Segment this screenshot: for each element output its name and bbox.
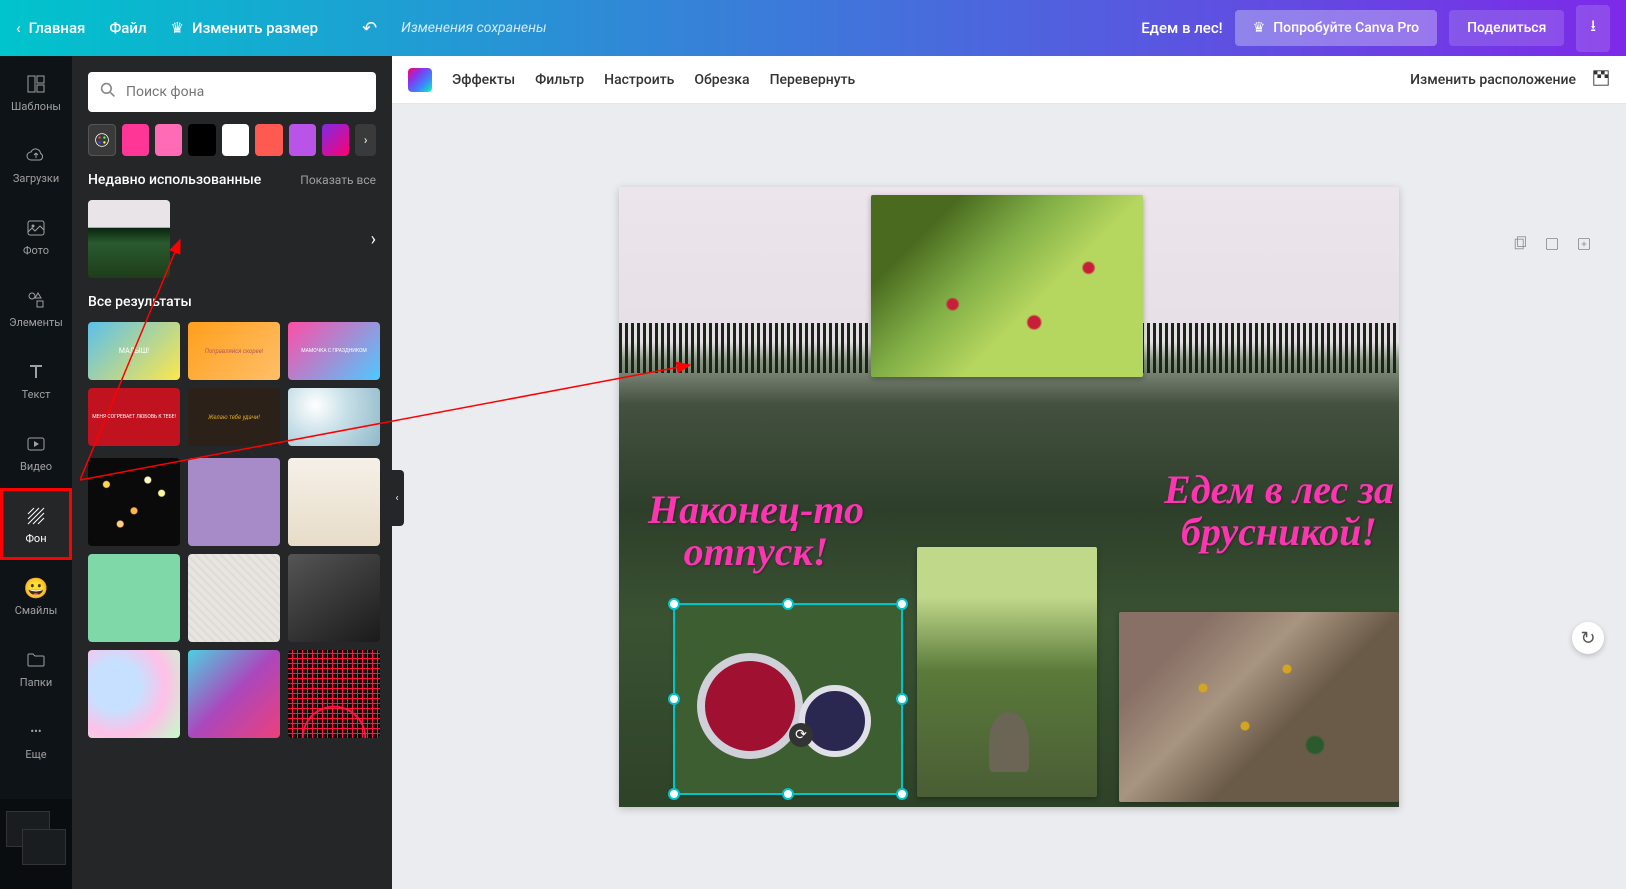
flip-button[interactable]: Перевернуть [770,72,856,88]
color-picker-button[interactable] [88,124,116,156]
background-thumb[interactable]: Желаю тебе удачи! [188,388,280,446]
color-swatch[interactable] [188,124,215,156]
transparency-icon[interactable] [1592,69,1610,91]
context-toolbar: Эффекты Фильтр Настроить Обрезка Перевер… [392,56,1626,104]
nav-uploads[interactable]: Загрузки [0,128,72,200]
refresh-button[interactable]: ↻ [1572,622,1604,654]
effects-button[interactable]: Эффекты [452,72,515,88]
nav-folders[interactable]: Папки [0,632,72,704]
templates-icon [24,72,48,96]
background-thumb[interactable]: Поправляйся скорее! [188,322,280,380]
image-icon [24,216,48,240]
nav-photo[interactable]: Фото [0,200,72,272]
download-icon: ⭳ [1590,16,1596,35]
copy-page-icon[interactable] [1542,234,1562,254]
background-thumb[interactable] [288,458,380,546]
canvas-photo-berries[interactable] [871,195,1143,377]
canvas-photo-forest[interactable] [917,547,1097,797]
filter-button[interactable]: Фильтр [535,72,584,88]
recent-background-thumb[interactable] [88,200,170,278]
nav-elements[interactable]: Элементы [0,272,72,344]
image-color-button[interactable] [408,68,432,92]
app-header: ‹ Главная Файл ♛ Изменить размер ↶ Измен… [0,0,1626,56]
save-status: Изменения сохранены [401,20,546,36]
duplicate-page-icon[interactable] [1510,234,1530,254]
try-pro-button[interactable]: ♛ Попробуйте Canva Pro [1235,10,1437,46]
nav-templates[interactable]: Шаблоны [0,56,72,128]
background-thumb[interactable] [188,458,280,546]
search-icon [100,82,116,102]
rotate-handle[interactable]: ⟳ [789,723,813,747]
crown-icon: ♛ [1253,20,1266,36]
background-thumb[interactable]: МЕНЯ СОГРЕВАЕТ ЛЮБОВЬ К ТЕБЕ! [88,388,180,446]
undo-icon[interactable]: ↶ [362,18,377,39]
color-swatch[interactable] [289,124,316,156]
search-input[interactable] [126,84,364,100]
crown-icon: ♛ [171,19,184,37]
canvas-viewport: ↻ Наконец-то отпуск! Едем в лес за брусн… [392,104,1626,889]
crop-button[interactable]: Обрезка [694,72,749,88]
folder-icon [24,648,48,672]
background-thumb[interactable] [288,388,380,446]
nav-rail: Шаблоны Загрузки Фото Элементы Текст Вид… [0,56,72,889]
chevron-right-icon[interactable]: › [371,229,376,250]
nav-text[interactable]: Текст [0,344,72,416]
document-name[interactable]: Едем в лес! [1141,19,1222,37]
nav-background[interactable]: Фон [0,488,72,560]
collapse-panel-button[interactable]: ‹ [390,470,404,526]
design-canvas[interactable]: Наконец-то отпуск! Едем в лес за брусник… [619,187,1399,807]
color-swatch[interactable] [222,124,249,156]
color-palette: › [88,124,376,156]
home-button[interactable]: ‹ Главная [16,19,85,37]
add-page-icon[interactable] [1574,234,1594,254]
video-icon [24,432,48,456]
position-button[interactable]: Изменить расположение [1410,72,1576,88]
nav-more[interactable]: ••• Еще [0,704,72,776]
background-thumb[interactable] [188,554,280,642]
download-button[interactable]: ⭳ [1576,5,1610,52]
background-thumb[interactable] [88,554,180,642]
background-thumb[interactable] [88,650,180,738]
cloud-upload-icon [24,144,48,168]
show-all-link[interactable]: Показать все [300,173,376,187]
side-panel: › Недавно использованные Показать все › … [72,56,392,889]
nav-smileys[interactable]: 😀 Смайлы [0,560,72,632]
canvas-text-2[interactable]: Едем в лес за брусникой! [1149,469,1399,553]
canvas-text-1[interactable]: Наконец-то отпуск! [641,489,871,573]
color-swatch[interactable] [255,124,282,156]
text-icon [24,360,48,384]
all-results-heading: Все результаты [88,294,192,310]
background-thumb[interactable]: МАЛЫШ! [88,322,180,380]
search-container [88,72,376,112]
color-swatch[interactable] [155,124,182,156]
background-thumb[interactable] [288,650,380,738]
shapes-icon [24,288,48,312]
color-swatch[interactable] [322,124,349,156]
background-thumb[interactable] [188,650,280,738]
scroll-right-button[interactable]: › [355,124,376,156]
background-icon [24,504,48,528]
canvas-photo-leaves[interactable] [1119,612,1399,802]
recently-used-heading: Недавно использованные [88,172,261,188]
background-thumb[interactable]: МАМОЧКА С ПРАЗДНИКОМ [288,322,380,380]
canvas-photo-baskets[interactable] [675,605,901,793]
resize-button[interactable]: ♛ Изменить размер [171,19,319,37]
background-thumb[interactable] [288,554,380,642]
share-button[interactable]: Поделиться [1449,10,1564,46]
file-menu[interactable]: Файл [109,19,146,37]
chevron-left-icon: ‹ [16,19,21,37]
adjust-button[interactable]: Настроить [604,72,674,88]
page-thumbnails[interactable] [0,799,72,889]
more-icon: ••• [24,720,48,744]
background-thumb[interactable] [88,458,180,546]
smiley-icon: 😀 [24,576,48,600]
color-swatch[interactable] [122,124,149,156]
nav-video[interactable]: Видео [0,416,72,488]
